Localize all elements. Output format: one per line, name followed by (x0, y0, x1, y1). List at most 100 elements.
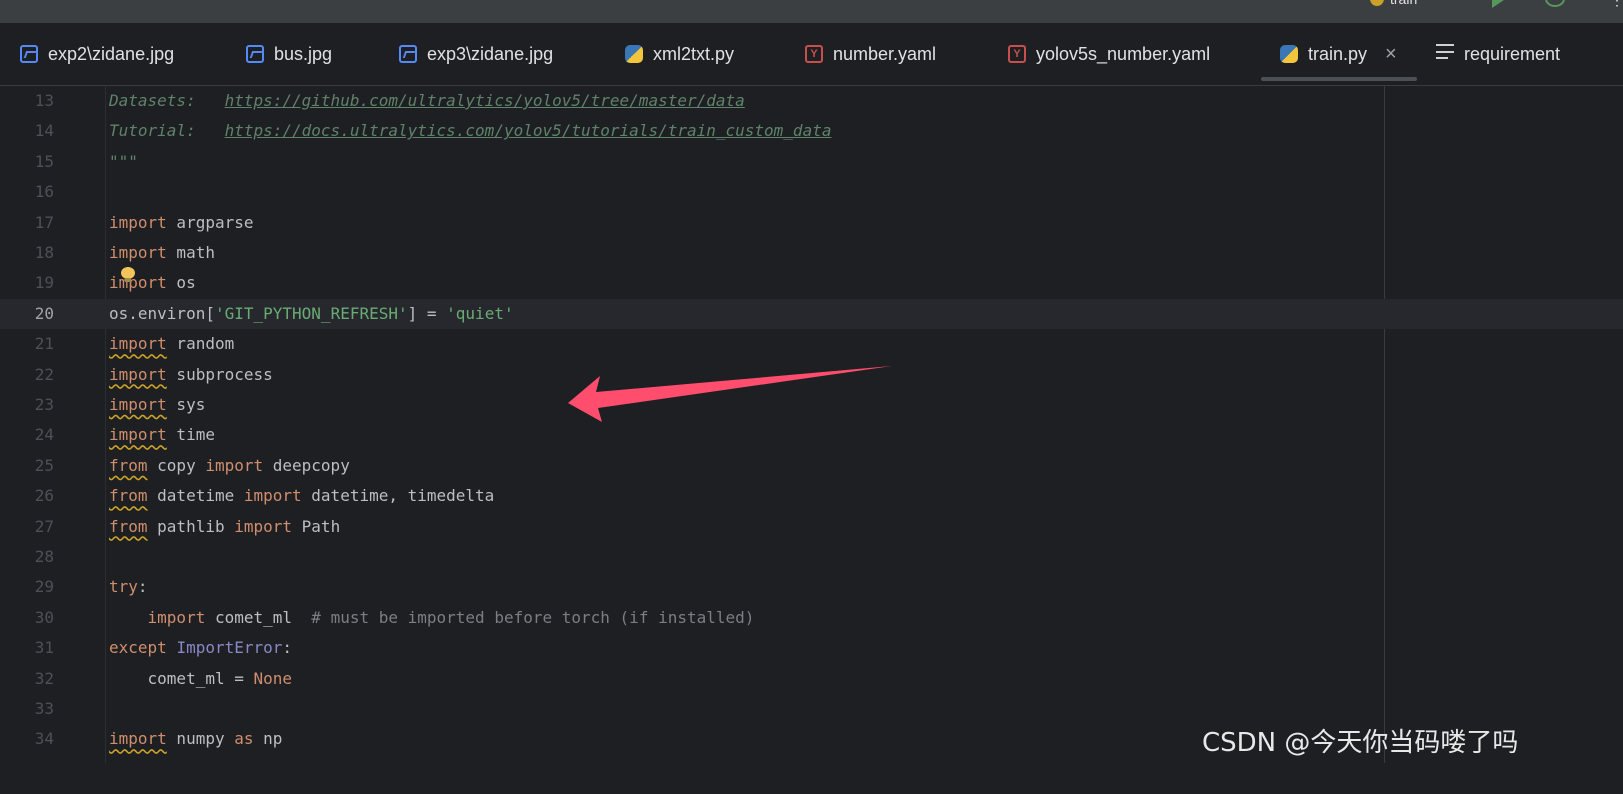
run-configuration-selector[interactable]: train (1370, 0, 1417, 7)
line-number: 16 (34, 182, 54, 202)
code-token: import (109, 425, 167, 445)
code-token: https://github.com/ultralytics/yolov5/tr… (224, 91, 745, 110)
line-number: 14 (34, 121, 54, 141)
line-number: 34 (34, 729, 54, 749)
code-token: from (109, 486, 148, 506)
code-token: Datasets: (109, 91, 225, 110)
code-token: https://docs.ultralytics.com/yolov5/tuto… (224, 121, 832, 141)
line-number: 18 (34, 243, 54, 262)
code-line[interactable]: 31 except ImportError: (0, 633, 1623, 663)
code-text: from datetime import datetime, timedelta (109, 481, 494, 511)
code-token: random (166, 334, 235, 354)
line-number: 15 (34, 151, 54, 171)
line-number: 28 (34, 547, 54, 566)
code-text: Datasets: https://github.com/ultralytics… (109, 86, 745, 116)
code-line[interactable]: 20 os.environ['GIT_PYTHON_REFRESH'] = 'qu… (0, 298, 1623, 329)
code-line[interactable]: 16 (0, 177, 1623, 207)
code-token: from (109, 455, 148, 475)
tab-requirements[interactable]: requirement (1436, 23, 1560, 85)
code-line[interactable]: 17 import argparse (0, 208, 1623, 238)
code-token: comet_ml (205, 607, 312, 627)
run-config-label: train (1390, 0, 1417, 7)
code-token: math (166, 243, 215, 262)
tab-yolov5s-number-yaml[interactable]: Y yolov5s_number.yaml (1008, 23, 1210, 85)
code-text: from copy import deepcopy (109, 451, 350, 481)
tab-number-yaml[interactable]: Y number.yaml (805, 23, 936, 85)
code-text: """ (109, 147, 138, 177)
code-token: np (253, 729, 283, 749)
code-text: import math (109, 238, 215, 268)
lightbulb-icon[interactable] (121, 267, 135, 283)
code-token: as (234, 729, 254, 749)
code-text: import time (109, 420, 215, 450)
code-text: import random (109, 329, 234, 359)
line-number: 32 (34, 668, 54, 688)
tab-exp3-zidane[interactable]: exp3\zidane.jpg (399, 23, 553, 85)
tab-exp2-zidane[interactable]: exp2\zidane.jpg (20, 23, 174, 85)
tab-train-py[interactable]: train.py × (1280, 23, 1397, 85)
code-token: deepcopy (263, 455, 350, 475)
code-text: import numpy as np (109, 724, 282, 754)
more-icon[interactable]: ⋮ (1610, 0, 1623, 8)
code-line[interactable]: 19 import os (0, 268, 1623, 298)
bottom-strip (0, 763, 1623, 794)
image-file-icon (20, 45, 38, 63)
line-number: 17 (34, 212, 54, 232)
line-number: 13 (34, 91, 54, 110)
code-line[interactable]: 32 comet_ml = None (0, 664, 1623, 694)
code-token: : (137, 577, 148, 597)
code-line[interactable]: 14 Tutorial: https://docs.ultralytics.com… (0, 116, 1623, 146)
tab-label: yolov5s_number.yaml (1036, 43, 1211, 64)
code-token: None (253, 668, 293, 688)
debug-icon[interactable] (1545, 0, 1565, 7)
code-token: sys (166, 395, 206, 414)
code-line[interactable]: 28 (0, 542, 1623, 572)
code-token: import (234, 516, 293, 536)
code-token: datetime, timedelta (301, 486, 495, 506)
code-line[interactable]: 21 import random (0, 329, 1623, 359)
code-line[interactable]: 25 from copy import deepcopy (0, 451, 1623, 481)
code-line[interactable]: 13 Datasets: https://github.com/ultralyti… (0, 86, 1623, 116)
code-line[interactable]: 27 from pathlib import Path (0, 512, 1623, 542)
close-icon[interactable]: × (1385, 43, 1397, 66)
tab-label: requirement (1464, 43, 1561, 64)
tab-label: bus.jpg (274, 43, 333, 64)
code-line[interactable]: 33 (0, 694, 1623, 724)
run-icon[interactable] (1492, 0, 1504, 8)
active-tab-indicator (1261, 77, 1417, 81)
image-file-icon (246, 45, 264, 63)
code-token: import (109, 334, 167, 354)
code-line[interactable]: 29 try: (0, 572, 1623, 602)
code-token: ImportError (176, 638, 283, 658)
code-token: import (243, 486, 302, 506)
tab-label: train.py (1308, 43, 1368, 64)
line-number: 22 (34, 364, 54, 384)
code-line[interactable]: 26 from datetime import datetime, timedel… (0, 481, 1623, 511)
code-token: import (205, 455, 264, 475)
code-token: import (109, 273, 167, 293)
text-file-icon (1436, 44, 1454, 64)
code-editor[interactable]: 13 Datasets: https://github.com/ultralyti… (0, 86, 1623, 794)
code-token: os.environ[ (109, 303, 215, 323)
python-file-icon (1280, 45, 1298, 63)
run-config-icon (1370, 0, 1384, 6)
code-line[interactable]: 18 import math (0, 238, 1623, 268)
code-text: import comet_ml # must be imported befor… (109, 603, 755, 633)
code-token: import (109, 212, 167, 232)
tab-bus[interactable]: bus.jpg (246, 23, 332, 85)
line-number: 25 (34, 455, 54, 475)
code-token: comet_ml = (109, 668, 254, 688)
code-text: import argparse (109, 208, 254, 238)
python-file-icon (625, 45, 643, 63)
code-token: import (109, 729, 167, 749)
code-token: import (109, 364, 167, 384)
code-text: import sys (109, 390, 205, 420)
tab-label: number.yaml (833, 43, 937, 64)
code-line[interactable]: 30 import comet_ml # must be imported be… (0, 603, 1623, 633)
line-number: 29 (34, 577, 54, 597)
code-token: Tutorial: (109, 121, 225, 141)
code-line[interactable]: 15 """ (0, 147, 1623, 177)
code-token: import (147, 607, 206, 627)
tab-xml2txt[interactable]: xml2txt.py (625, 23, 734, 85)
